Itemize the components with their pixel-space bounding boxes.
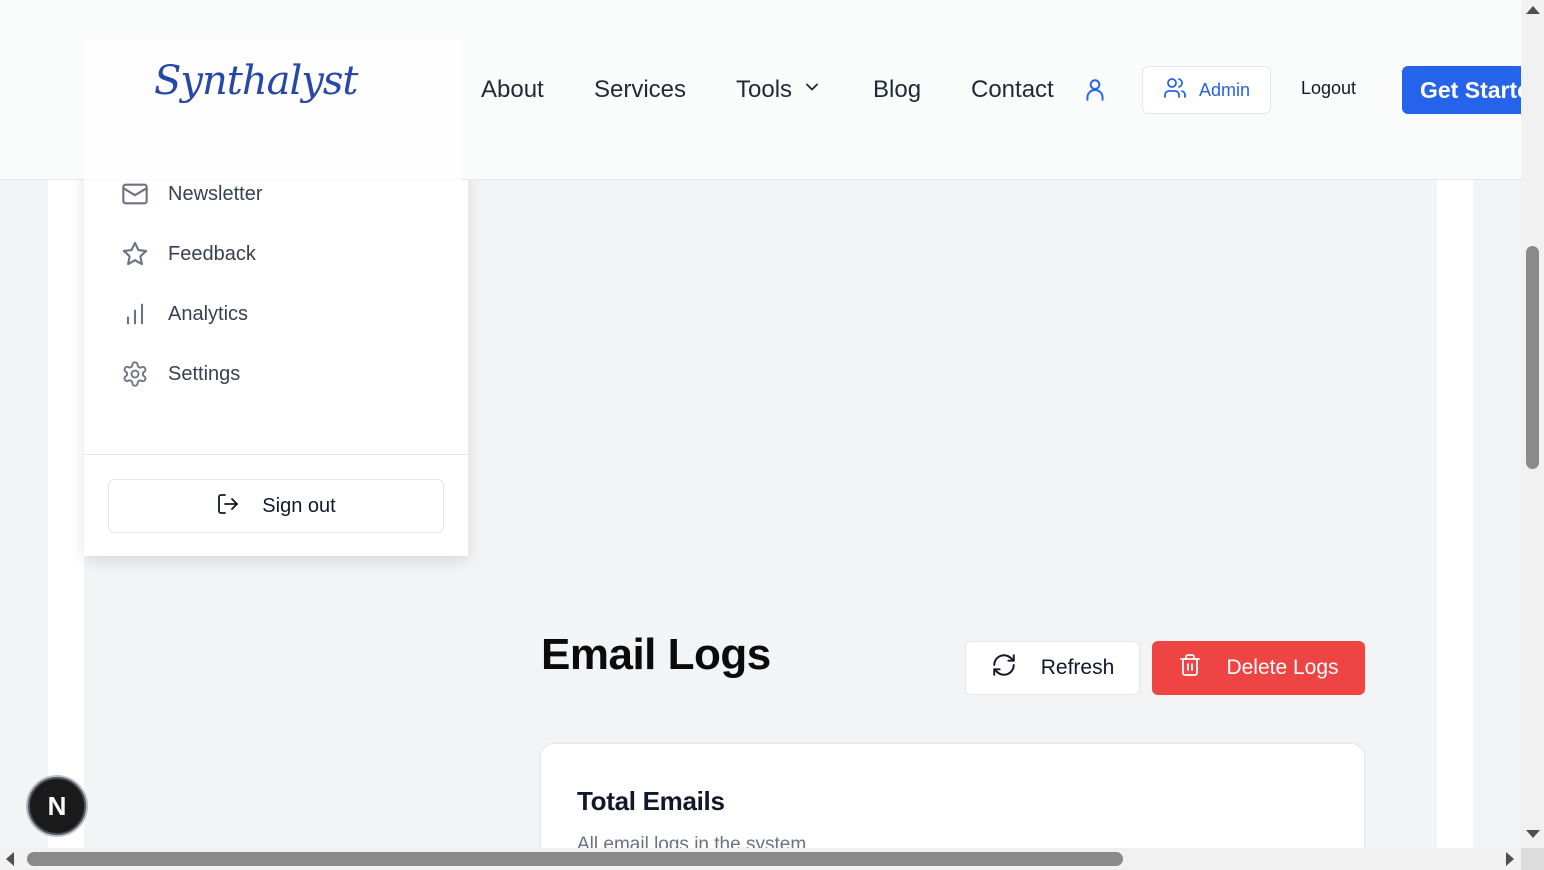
refresh-button[interactable]: Refresh [965, 641, 1140, 695]
admin-label: Admin [1198, 79, 1251, 100]
get-started-button[interactable]: Get Started [1402, 66, 1521, 114]
scroll-left-arrow-icon[interactable] [6, 852, 14, 866]
nav-contact[interactable]: Contact [971, 74, 1054, 106]
logout-link[interactable]: Logout [1301, 78, 1356, 99]
admin-button[interactable]: Admin [1142, 66, 1271, 114]
scrollbar-corner [1521, 848, 1544, 870]
sign-out-label: Sign out [262, 494, 336, 517]
refresh-label: Refresh [1040, 656, 1115, 679]
sidebar-divider [84, 454, 468, 455]
site-logo[interactable]: Synthalyst [154, 58, 358, 104]
log-out-icon [216, 492, 240, 521]
sign-out-button[interactable]: Sign out [108, 479, 444, 533]
chevron-down-icon [802, 74, 822, 106]
star-icon [120, 239, 150, 269]
scroll-up-arrow-icon[interactable] [1526, 6, 1540, 14]
sidebar-item-newsletter[interactable]: Newsletter [120, 174, 440, 214]
horizontal-scroll-thumb[interactable] [27, 852, 1123, 866]
user-icon[interactable] [1082, 77, 1108, 103]
sidebar-item-analytics[interactable]: Analytics [120, 294, 440, 334]
nextjs-dev-badge[interactable]: N [28, 777, 86, 835]
users-icon [1163, 76, 1187, 105]
sidebar-item-label: Settings [168, 362, 241, 385]
scroll-right-arrow-icon[interactable] [1506, 852, 1514, 866]
horizontal-scrollbar[interactable] [0, 848, 1521, 870]
vertical-scroll-thumb[interactable] [1526, 246, 1539, 469]
sidebar-item-label: Feedback [168, 242, 256, 265]
vertical-scrollbar[interactable] [1521, 0, 1544, 848]
sidebar-item-label: Analytics [168, 302, 249, 325]
sidebar-item-label: Newsletter [168, 182, 263, 205]
nav-about[interactable]: About [481, 74, 544, 106]
card-title: Total Emails [577, 786, 725, 816]
trash-icon [1178, 653, 1202, 683]
nav-blog[interactable]: Blog [873, 74, 921, 106]
sidebar-item-settings[interactable]: Settings [120, 354, 440, 394]
nav-tools[interactable]: Tools [736, 74, 822, 106]
refresh-icon [991, 652, 1017, 684]
mail-icon [120, 179, 150, 209]
nav-services[interactable]: Services [594, 74, 686, 106]
nav-tools-label: Tools [736, 76, 793, 103]
get-started-label: Get Started [1420, 76, 1521, 103]
scroll-down-arrow-icon[interactable] [1526, 830, 1540, 838]
bar-chart-icon [120, 299, 150, 329]
site-header: Synthalyst About Services Tools Blog Con… [0, 0, 1521, 180]
nextjs-logo-icon: N [47, 790, 67, 821]
page-title: Email Logs [541, 630, 771, 679]
sidebar-item-feedback[interactable]: Feedback [120, 234, 440, 274]
delete-logs-button[interactable]: Delete Logs [1152, 641, 1365, 695]
gear-icon [120, 359, 150, 389]
delete-logs-label: Delete Logs [1226, 656, 1339, 679]
